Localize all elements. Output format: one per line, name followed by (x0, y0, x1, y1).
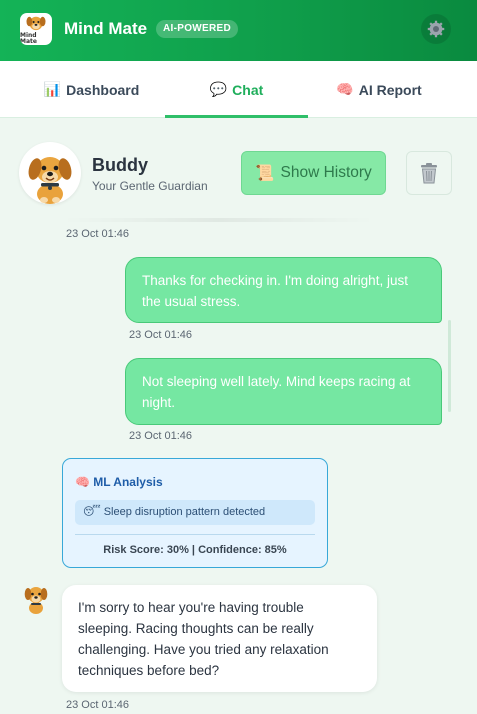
chat-scrollbar[interactable] (448, 320, 451, 412)
gear-icon (427, 20, 445, 38)
settings-button[interactable] (421, 14, 451, 44)
bot-message-text: I'm sorry to hear you're having trouble … (78, 600, 329, 678)
user-message-text: Not sleeping well lately. Mind keeps rac… (142, 374, 411, 410)
ai-powered-badge: AI-POWERED (156, 20, 238, 38)
app-title: Mind Mate (64, 19, 148, 38)
tab-dashboard[interactable]: 📊 Dashboard (0, 61, 183, 118)
trash-icon (421, 163, 437, 184)
scroll-icon: 📜 (255, 164, 275, 182)
dog-avatar-icon (24, 587, 48, 614)
risk-score: Risk Score: 30% | Confidence: 85% (103, 544, 287, 556)
brain-icon: 🧠 (75, 475, 90, 489)
user-message: Not sleeping well lately. Mind keeps rac… (125, 358, 442, 425)
tab-ai-report[interactable]: 🧠 AI Report (308, 61, 450, 118)
message-timestamp: 23 Oct 01:46 (129, 430, 192, 442)
ml-finding-text: Sleep disruption pattern detected (103, 506, 266, 518)
show-history-label: Show History (280, 164, 372, 181)
companion-subtitle: Your Gentle Guardian (92, 179, 208, 193)
dog-avatar-icon (28, 157, 72, 204)
sleepy-face-icon: 😴 (83, 506, 101, 518)
app-logo: Mind Mate (20, 13, 52, 45)
companion-name: Buddy (92, 155, 148, 175)
bot-avatar (22, 583, 50, 615)
divider (75, 534, 315, 535)
dog-logo-icon (26, 16, 46, 31)
user-message: Thanks for checking in. I'm doing alrigh… (125, 257, 442, 323)
bar-chart-icon: 📊 (43, 81, 62, 97)
message-timestamp: 23 Oct 01:46 (66, 699, 129, 711)
buddy-avatar (19, 142, 81, 204)
ml-analysis-title-text: ML Analysis (93, 475, 163, 489)
speech-bubble-icon: 💬 (209, 81, 228, 97)
companion-header: Buddy Your Gentle Guardian 📜 Show Histor… (0, 118, 477, 218)
user-message-text: Thanks for checking in. I'm doing alrigh… (142, 273, 408, 309)
ml-analysis-card: 🧠 ML Analysis 😴 Sleep disruption pattern… (62, 458, 328, 568)
ml-finding: 😴 Sleep disruption pattern detected (75, 500, 315, 525)
brain-icon: 🧠 (336, 81, 354, 97)
tab-chat[interactable]: 💬 Chat (165, 61, 308, 118)
tab-dashboard-label: Dashboard (66, 81, 140, 98)
clear-chat-button[interactable] (406, 151, 452, 195)
tab-ai-report-label: AI Report (358, 81, 422, 98)
message-timestamp: 23 Oct 01:46 (129, 329, 192, 341)
show-history-button[interactable]: 📜 Show History (241, 151, 386, 195)
tab-chat-label: Chat (232, 81, 264, 98)
tab-bar: 📊 Dashboard 💬 Chat 🧠 AI Report (0, 61, 477, 118)
message-timestamp: 23 Oct 01:46 (66, 228, 129, 240)
ml-analysis-title: 🧠 ML Analysis (75, 475, 163, 489)
logo-text: Mind Mate (20, 32, 37, 45)
app-header: Mind Mate Mind Mate AI-POWERED (0, 0, 477, 61)
previous-message-edge (62, 218, 375, 222)
bot-message: I'm sorry to hear you're having trouble … (62, 585, 377, 692)
